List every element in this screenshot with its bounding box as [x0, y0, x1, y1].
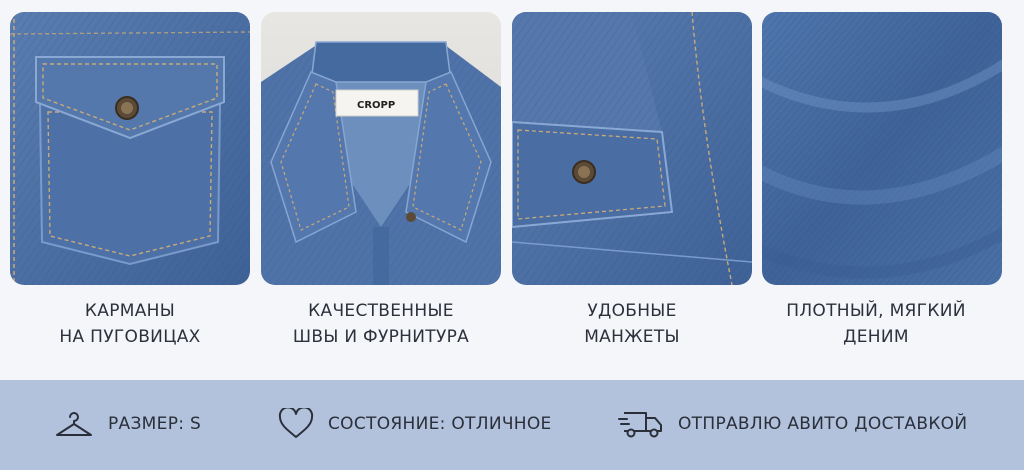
caption-line: ДЕНИМ: [843, 327, 909, 347]
caption-pockets: КАРМАНЫ НА ПУГОВИЦАХ: [5, 298, 255, 350]
hanger-icon: [56, 412, 92, 436]
caption-line: ШВЫ И ФУРНИТУРА: [292, 327, 470, 347]
feature-tiles: CROPP КАРМАНЫ НА ПУГОВИЦАХ КАЧЕСТВЕННЫЕ …: [0, 0, 1024, 380]
info-delivery: ОТПРАВЛЮ АВИТО ДОСТАВКОЙ: [618, 404, 967, 444]
caption-seams: КАЧЕСТВЕННЫЕ ШВЫ И ФУРНИТУРА: [256, 298, 506, 350]
caption-cuffs: УДОБНЫЕ МАНЖЕТЫ: [507, 298, 757, 350]
brand-label: CROPP: [357, 100, 395, 111]
denim-texture-image: [762, 12, 1002, 285]
pocket-image: [10, 12, 250, 285]
info-delivery-text: ОТПРАВЛЮ АВИТО ДОСТАВКОЙ: [678, 414, 968, 434]
delivery-truck-icon: [618, 412, 662, 438]
caption-line: МАНЖЕТЫ: [584, 327, 680, 347]
caption-line: НА ПУГОВИЦАХ: [59, 327, 201, 347]
info-size: РАЗМЕР: S: [54, 404, 201, 444]
caption-line: УДОБНЫЕ: [587, 301, 677, 321]
caption-line: КАЧЕСТВЕННЫЕ: [308, 301, 454, 321]
info-condition-text: СОСТОЯНИЕ: ОТЛИЧНОЕ: [328, 414, 552, 434]
collar-image: CROPP: [261, 12, 501, 285]
caption-denim: ПЛОТНЫЙ, МЯГКИЙ ДЕНИМ: [751, 298, 1001, 350]
info-size-text: РАЗМЕР: S: [108, 414, 202, 434]
caption-line: ПЛОТНЫЙ, МЯГКИЙ: [786, 301, 966, 321]
info-condition: СОСТОЯНИЕ: ОТЛИЧНОЕ: [278, 404, 552, 444]
heart-icon: [278, 408, 314, 438]
caption-line: КАРМАНЫ: [84, 301, 176, 321]
info-bar: РАЗМЕР: S СОСТОЯНИЕ: ОТЛИЧНОЕ ОТПРАВЛЮ А…: [0, 380, 1024, 470]
cuff-image: [512, 12, 752, 285]
